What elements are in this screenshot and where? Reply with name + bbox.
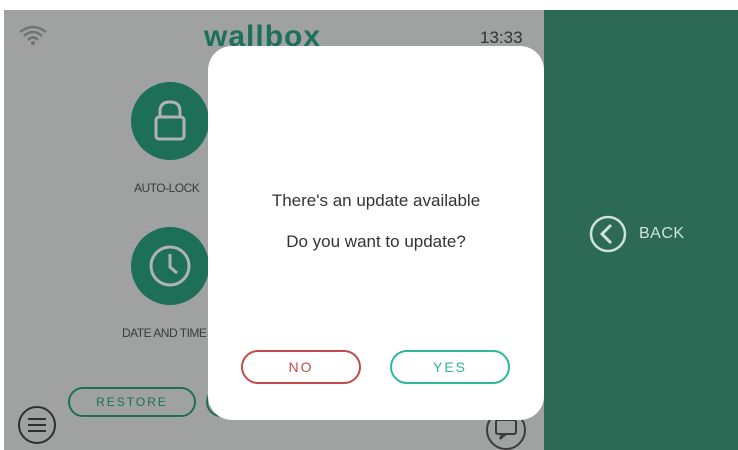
chevron-left-icon [589, 215, 627, 253]
no-button[interactable]: NO [241, 350, 361, 384]
dialog-message: There's an update available [271, 191, 481, 210]
dialog-question: Do you want to update? [286, 232, 466, 251]
device-screen: wallbox 13:33 AUTO-LOCK DATE AND TIME RE… [4, 10, 738, 450]
back-button[interactable]: BACK [588, 214, 685, 254]
back-label: BACK [639, 225, 685, 242]
yes-button[interactable]: YES [390, 350, 510, 384]
update-dialog: There's an update available Do you want … [208, 46, 544, 420]
